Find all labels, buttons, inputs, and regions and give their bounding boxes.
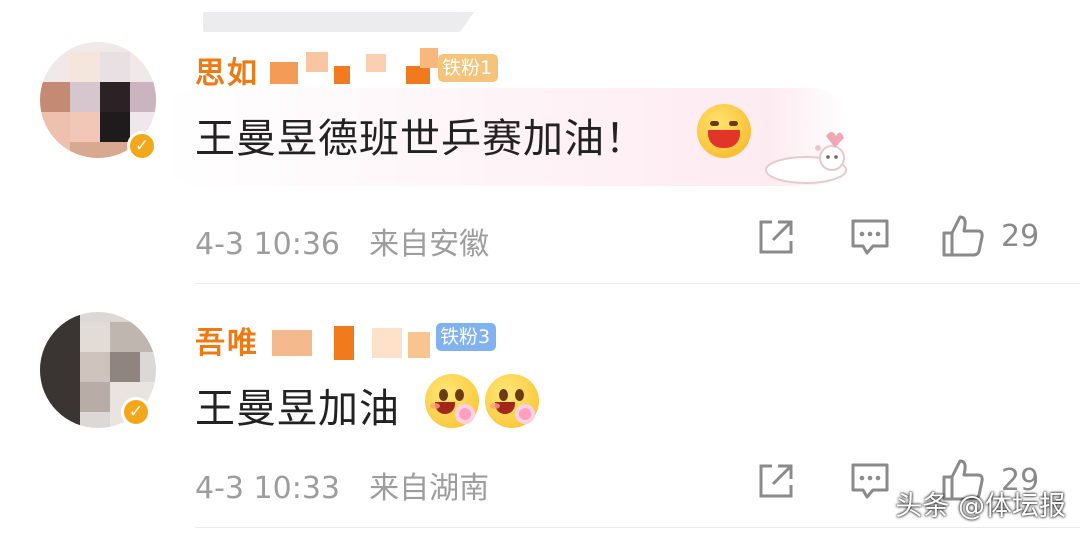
share-icon[interactable] [756, 461, 796, 501]
comment-divider [195, 527, 1080, 528]
username[interactable]: 思如 [195, 48, 259, 92]
comment-icon[interactable] [849, 460, 891, 502]
comment-text: 王曼昱加油 [195, 386, 400, 432]
comment-divider [195, 283, 1080, 284]
thumbs-up-icon[interactable] [940, 213, 986, 259]
comment-text: 王曼昱德班世乒赛加油！ [195, 116, 646, 162]
flower-emoji-icon [485, 374, 539, 428]
comment-icon[interactable] [849, 216, 891, 258]
username[interactable]: 吾唯 [195, 318, 259, 362]
laughing-emoji-icon [697, 104, 751, 158]
comment-location: 来自安徽 [369, 227, 490, 262]
username-mosaic [272, 322, 442, 362]
comment-time: 4-3 10:36 [195, 227, 340, 262]
fan-badge: 铁粉1 [438, 54, 499, 82]
fan-badge: 铁粉3 [436, 323, 497, 351]
verified-check-icon: ✓ [127, 131, 157, 161]
comment-location: 来自湖南 [369, 471, 490, 506]
verified-check-icon: ✓ [121, 397, 151, 427]
comment-meta: 4-3 10:33 来自湖南 [195, 463, 489, 507]
flower-emoji-icon [425, 374, 479, 428]
like-count: 29 [1001, 219, 1040, 254]
comment-meta: 4-3 10:36 来自安徽 [195, 219, 489, 263]
share-icon[interactable] [756, 217, 796, 257]
comment-time: 4-3 10:33 [195, 471, 340, 506]
watermark: 头条 @体坛报 [895, 491, 1066, 522]
cat-decoration-icon [765, 132, 847, 184]
previous-item-bar [203, 12, 474, 32]
